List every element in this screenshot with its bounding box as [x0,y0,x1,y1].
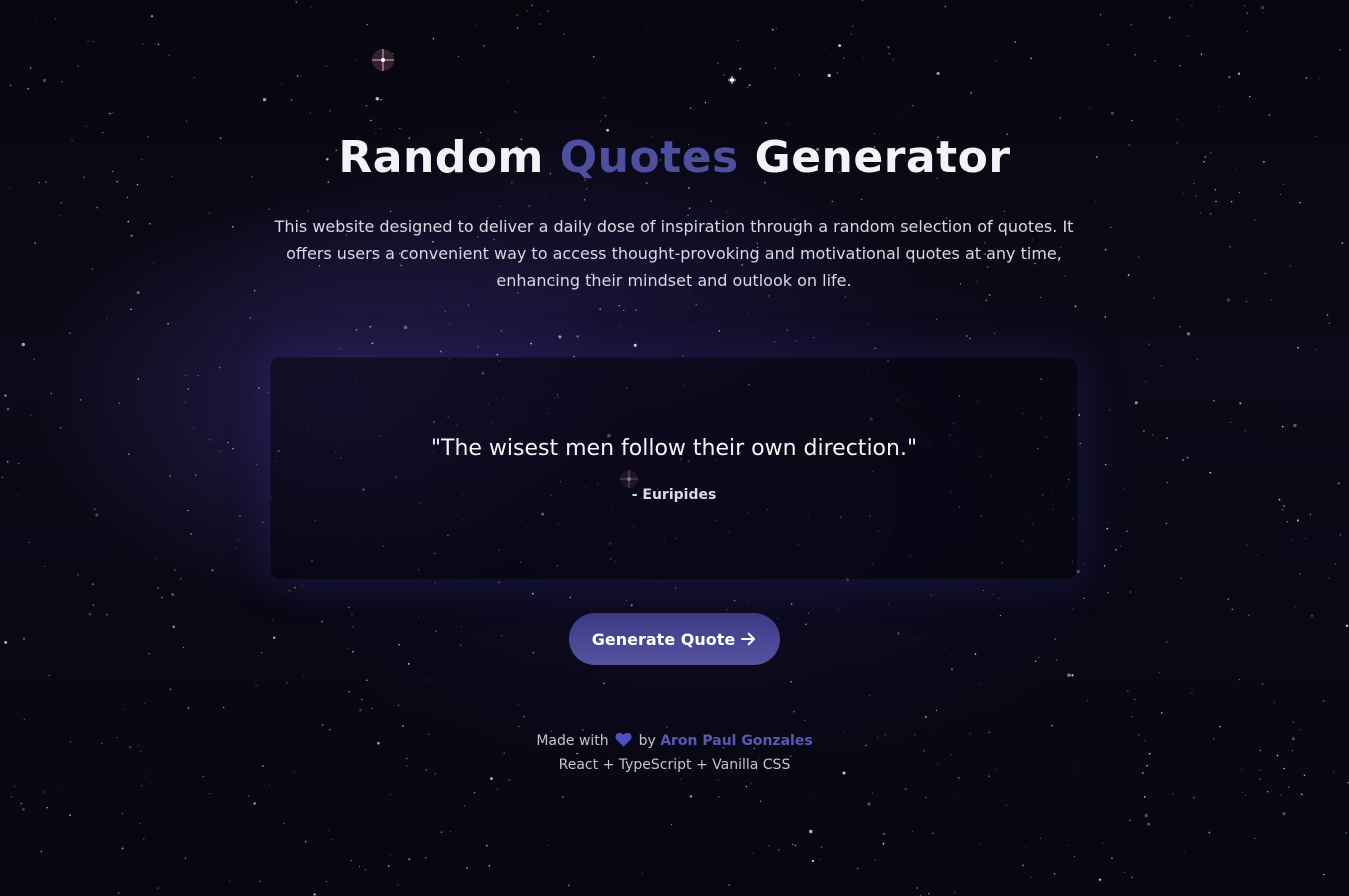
footer-tech-stack: React + TypeScript + Vanilla CSS [558,757,791,773]
generate-quote-label: Generate Quote [591,629,736,649]
arrow-right-icon [741,632,756,646]
title-accent: Quotes [559,132,739,183]
title-part-2: Generator [754,132,1011,183]
page-title: Random Quotes Generator [0,128,1349,188]
footer-made-with: Made with [536,733,609,749]
footer-by: by [638,733,656,749]
generate-quote-button[interactable]: Generate Quote [569,613,780,665]
title-part-1: Random [338,132,544,183]
page-description: This website designed to deliver a daily… [274,217,1074,290]
heart-icon [615,732,632,747]
page: Random Quotes Generator This website des… [0,0,1349,896]
quote-author: - Euripides [631,487,717,503]
quote-card: "The wisest men follow their own directi… [270,357,1078,580]
author-link[interactable]: Aron Paul Gonzales [660,733,812,749]
footer-credit: Made with by Aron Paul Gonzales [0,731,1349,751]
quote-text: "The wisest men follow their own directi… [430,436,918,461]
